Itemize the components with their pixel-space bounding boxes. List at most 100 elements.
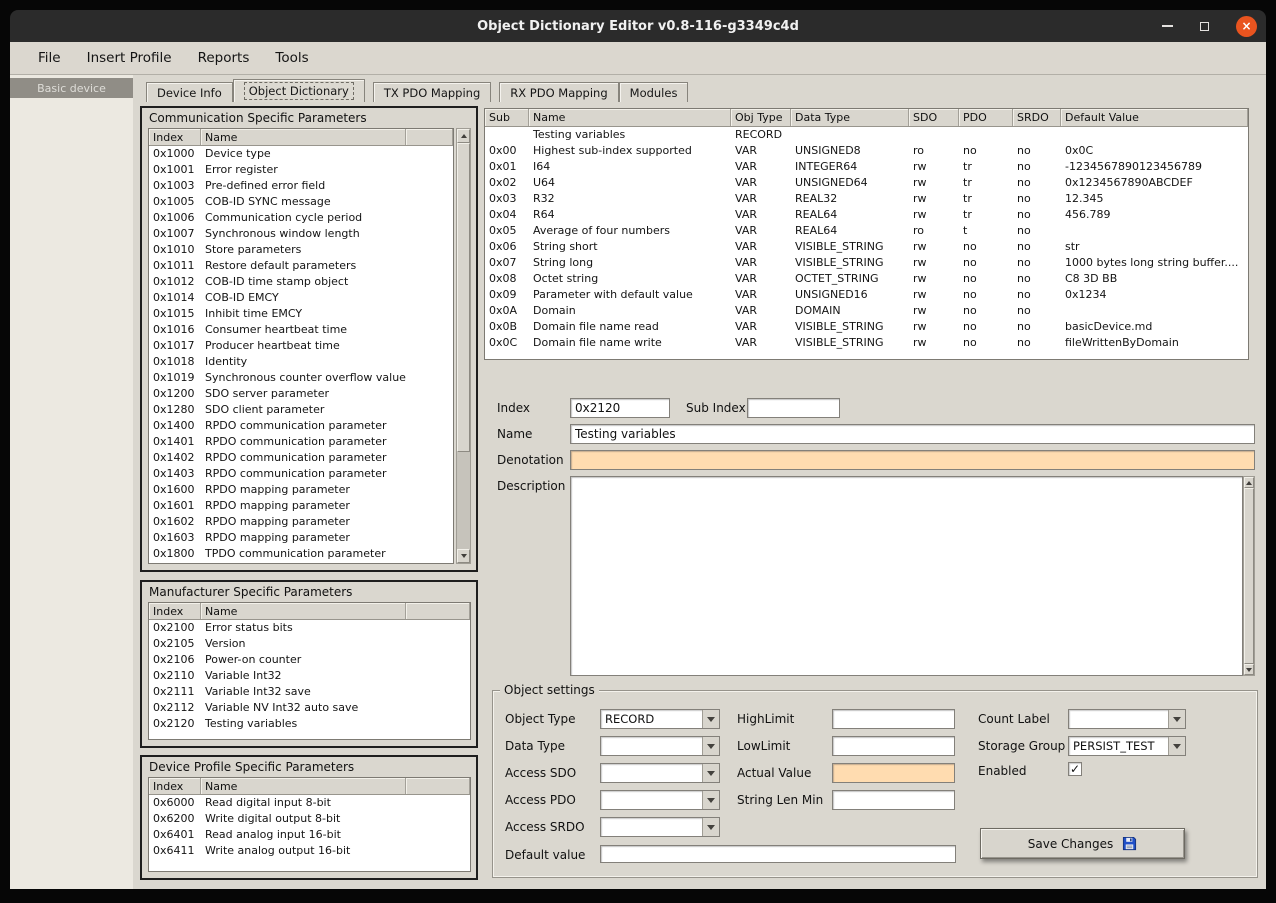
table-row[interactable]: 0x1003Pre-defined error field [149, 178, 453, 194]
column-header[interactable]: PDO [959, 109, 1013, 126]
column-header[interactable]: Index [149, 129, 201, 145]
table-row[interactable]: 0x08Octet stringVAROCTET_STRINGrwnonoC8 … [485, 271, 1248, 287]
default-value-input[interactable] [600, 845, 956, 863]
column-header[interactable]: Default Value [1061, 109, 1248, 126]
description-textarea[interactable] [570, 476, 1243, 676]
table-row[interactable]: 0x1401RPDO communication parameter [149, 434, 453, 450]
tab-tx-pdo-mapping[interactable]: TX PDO Mapping [373, 82, 491, 102]
scroll-up-icon[interactable] [1244, 477, 1254, 488]
table-row[interactable]: 0x00Highest sub-index supportedVARUNSIGN… [485, 143, 1248, 159]
enabled-checkbox[interactable]: ✓ [1068, 762, 1082, 776]
table-row[interactable]: 0x01I64VARINTEGER64rwtrno-12345678901234… [485, 159, 1248, 175]
tab-object-dictionary[interactable]: Object Dictionary [233, 79, 365, 102]
table-row[interactable]: 0x09Parameter with default valueVARUNSIG… [485, 287, 1248, 303]
tab-modules[interactable]: Modules [619, 82, 689, 102]
table-row[interactable]: 0x0ADomainVARDOMAINrwnono [485, 303, 1248, 319]
sub-index-input[interactable] [747, 398, 840, 418]
table-row[interactable]: 0x2100Error status bits [149, 620, 470, 636]
column-header[interactable] [406, 603, 470, 619]
table-row[interactable]: 0x1001Error register [149, 162, 453, 178]
table-row[interactable]: 0x6411Write analog output 16-bit [149, 843, 470, 859]
column-header[interactable]: SRDO [1013, 109, 1061, 126]
table-row[interactable]: 0x1601RPDO mapping parameter [149, 498, 453, 514]
low-limit-input[interactable] [832, 736, 955, 756]
scroll-down-icon[interactable] [1244, 664, 1254, 675]
scroll-up-icon[interactable] [457, 129, 470, 143]
table-row[interactable]: 0x2106Power-on counter [149, 652, 470, 668]
tab-rx-pdo-mapping[interactable]: RX PDO Mapping [499, 82, 618, 102]
description-scrollbar[interactable] [1243, 476, 1255, 676]
actual-value-input[interactable] [832, 763, 955, 783]
high-limit-input[interactable] [832, 709, 955, 729]
string-len-min-input[interactable] [832, 790, 955, 810]
maximize-button[interactable] [1200, 22, 1209, 31]
column-header[interactable]: Data Type [791, 109, 909, 126]
column-header[interactable] [406, 129, 453, 145]
scroll-thumb[interactable] [1244, 488, 1254, 664]
table-row[interactable]: 0x6200Write digital output 8-bit [149, 811, 470, 827]
column-header[interactable]: Name [201, 603, 406, 619]
menu-reports[interactable]: Reports [185, 50, 263, 66]
menu-file[interactable]: File [25, 50, 74, 66]
access-pdo-select[interactable] [600, 790, 720, 810]
column-header[interactable]: Name [529, 109, 731, 126]
tab-device-info[interactable]: Device Info [146, 82, 233, 102]
table-row[interactable]: 0x05Average of four numbersVARREAL64rotn… [485, 223, 1248, 239]
table-row[interactable]: 0x1603RPDO mapping parameter [149, 530, 453, 546]
sidebar-item-basic-device[interactable]: Basic device [10, 78, 133, 98]
close-button[interactable]: × [1236, 16, 1257, 37]
table-row[interactable]: 0x6401Read analog input 16-bit [149, 827, 470, 843]
table-row[interactable]: 0x1010Store parameters [149, 242, 453, 258]
table-row[interactable]: 0x1016Consumer heartbeat time [149, 322, 453, 338]
count-label-select[interactable] [1068, 709, 1186, 729]
table-row[interactable]: 0x1200SDO server parameter [149, 386, 453, 402]
table-row[interactable]: 0x6000Read digital input 8-bit [149, 795, 470, 811]
table-row[interactable]: 0x1005COB-ID SYNC message [149, 194, 453, 210]
column-header[interactable]: Index [149, 778, 201, 794]
name-input[interactable] [570, 424, 1255, 444]
column-header[interactable]: SDO [909, 109, 959, 126]
table-row[interactable]: 0x2112Variable NV Int32 auto save [149, 700, 470, 716]
titlebar[interactable]: Object Dictionary Editor v0.8-116-g3349c… [10, 10, 1266, 42]
scroll-down-icon[interactable] [457, 549, 470, 563]
table-row[interactable]: Testing variablesRECORD [485, 127, 1248, 143]
menu-tools[interactable]: Tools [262, 50, 321, 66]
table-row[interactable]: 0x1018Identity [149, 354, 453, 370]
access-sdo-select[interactable] [600, 763, 720, 783]
table-row[interactable]: 0x0CDomain file name writeVARVISIBLE_STR… [485, 335, 1248, 351]
chevron-down-icon[interactable] [702, 818, 719, 836]
table-row[interactable]: 0x1015Inhibit time EMCY [149, 306, 453, 322]
chevron-down-icon[interactable] [1168, 710, 1185, 728]
column-header[interactable]: Name [201, 778, 406, 794]
scroll-track[interactable] [457, 143, 470, 549]
table-row[interactable]: 0x1019Synchronous counter overflow value [149, 370, 453, 386]
table-row[interactable]: 0x1007Synchronous window length [149, 226, 453, 242]
table-row[interactable]: 0x1011Restore default parameters [149, 258, 453, 274]
table-row[interactable]: 0x02U64VARUNSIGNED64rwtrno0x1234567890AB… [485, 175, 1248, 191]
chevron-down-icon[interactable] [702, 737, 719, 755]
chevron-down-icon[interactable] [702, 764, 719, 782]
table-row[interactable]: 0x2105Version [149, 636, 470, 652]
access-srdo-select[interactable] [600, 817, 720, 837]
table-row[interactable]: 0x2110Variable Int32 [149, 668, 470, 684]
table-row[interactable]: 0x1403RPDO communication parameter [149, 466, 453, 482]
minimize-button[interactable] [1162, 25, 1173, 27]
table-row[interactable]: 0x2111Variable Int32 save [149, 684, 470, 700]
comm-params-scrollbar[interactable] [456, 128, 471, 564]
index-input[interactable] [570, 398, 670, 418]
storage-group-select[interactable]: PERSIST_TEST [1068, 736, 1186, 756]
table-row[interactable]: 0x07String longVARVISIBLE_STRINGrwnono10… [485, 255, 1248, 271]
table-row[interactable]: 0x1280SDO client parameter [149, 402, 453, 418]
table-row[interactable]: 0x1006Communication cycle period [149, 210, 453, 226]
table-row[interactable]: 0x1602RPDO mapping parameter [149, 514, 453, 530]
chevron-down-icon[interactable] [702, 791, 719, 809]
chevron-down-icon[interactable] [702, 710, 719, 728]
table-row[interactable]: 0x1400RPDO communication parameter [149, 418, 453, 434]
menu-insert-profile[interactable]: Insert Profile [74, 50, 185, 66]
table-row[interactable]: 0x1017Producer heartbeat time [149, 338, 453, 354]
column-header[interactable] [406, 778, 470, 794]
table-row[interactable]: 0x1012COB-ID time stamp object [149, 274, 453, 290]
object-type-select[interactable]: RECORD [600, 709, 720, 729]
table-row[interactable]: 0x1000Device type [149, 146, 453, 162]
table-row[interactable]: 0x06String shortVARVISIBLE_STRINGrwnonos… [485, 239, 1248, 255]
